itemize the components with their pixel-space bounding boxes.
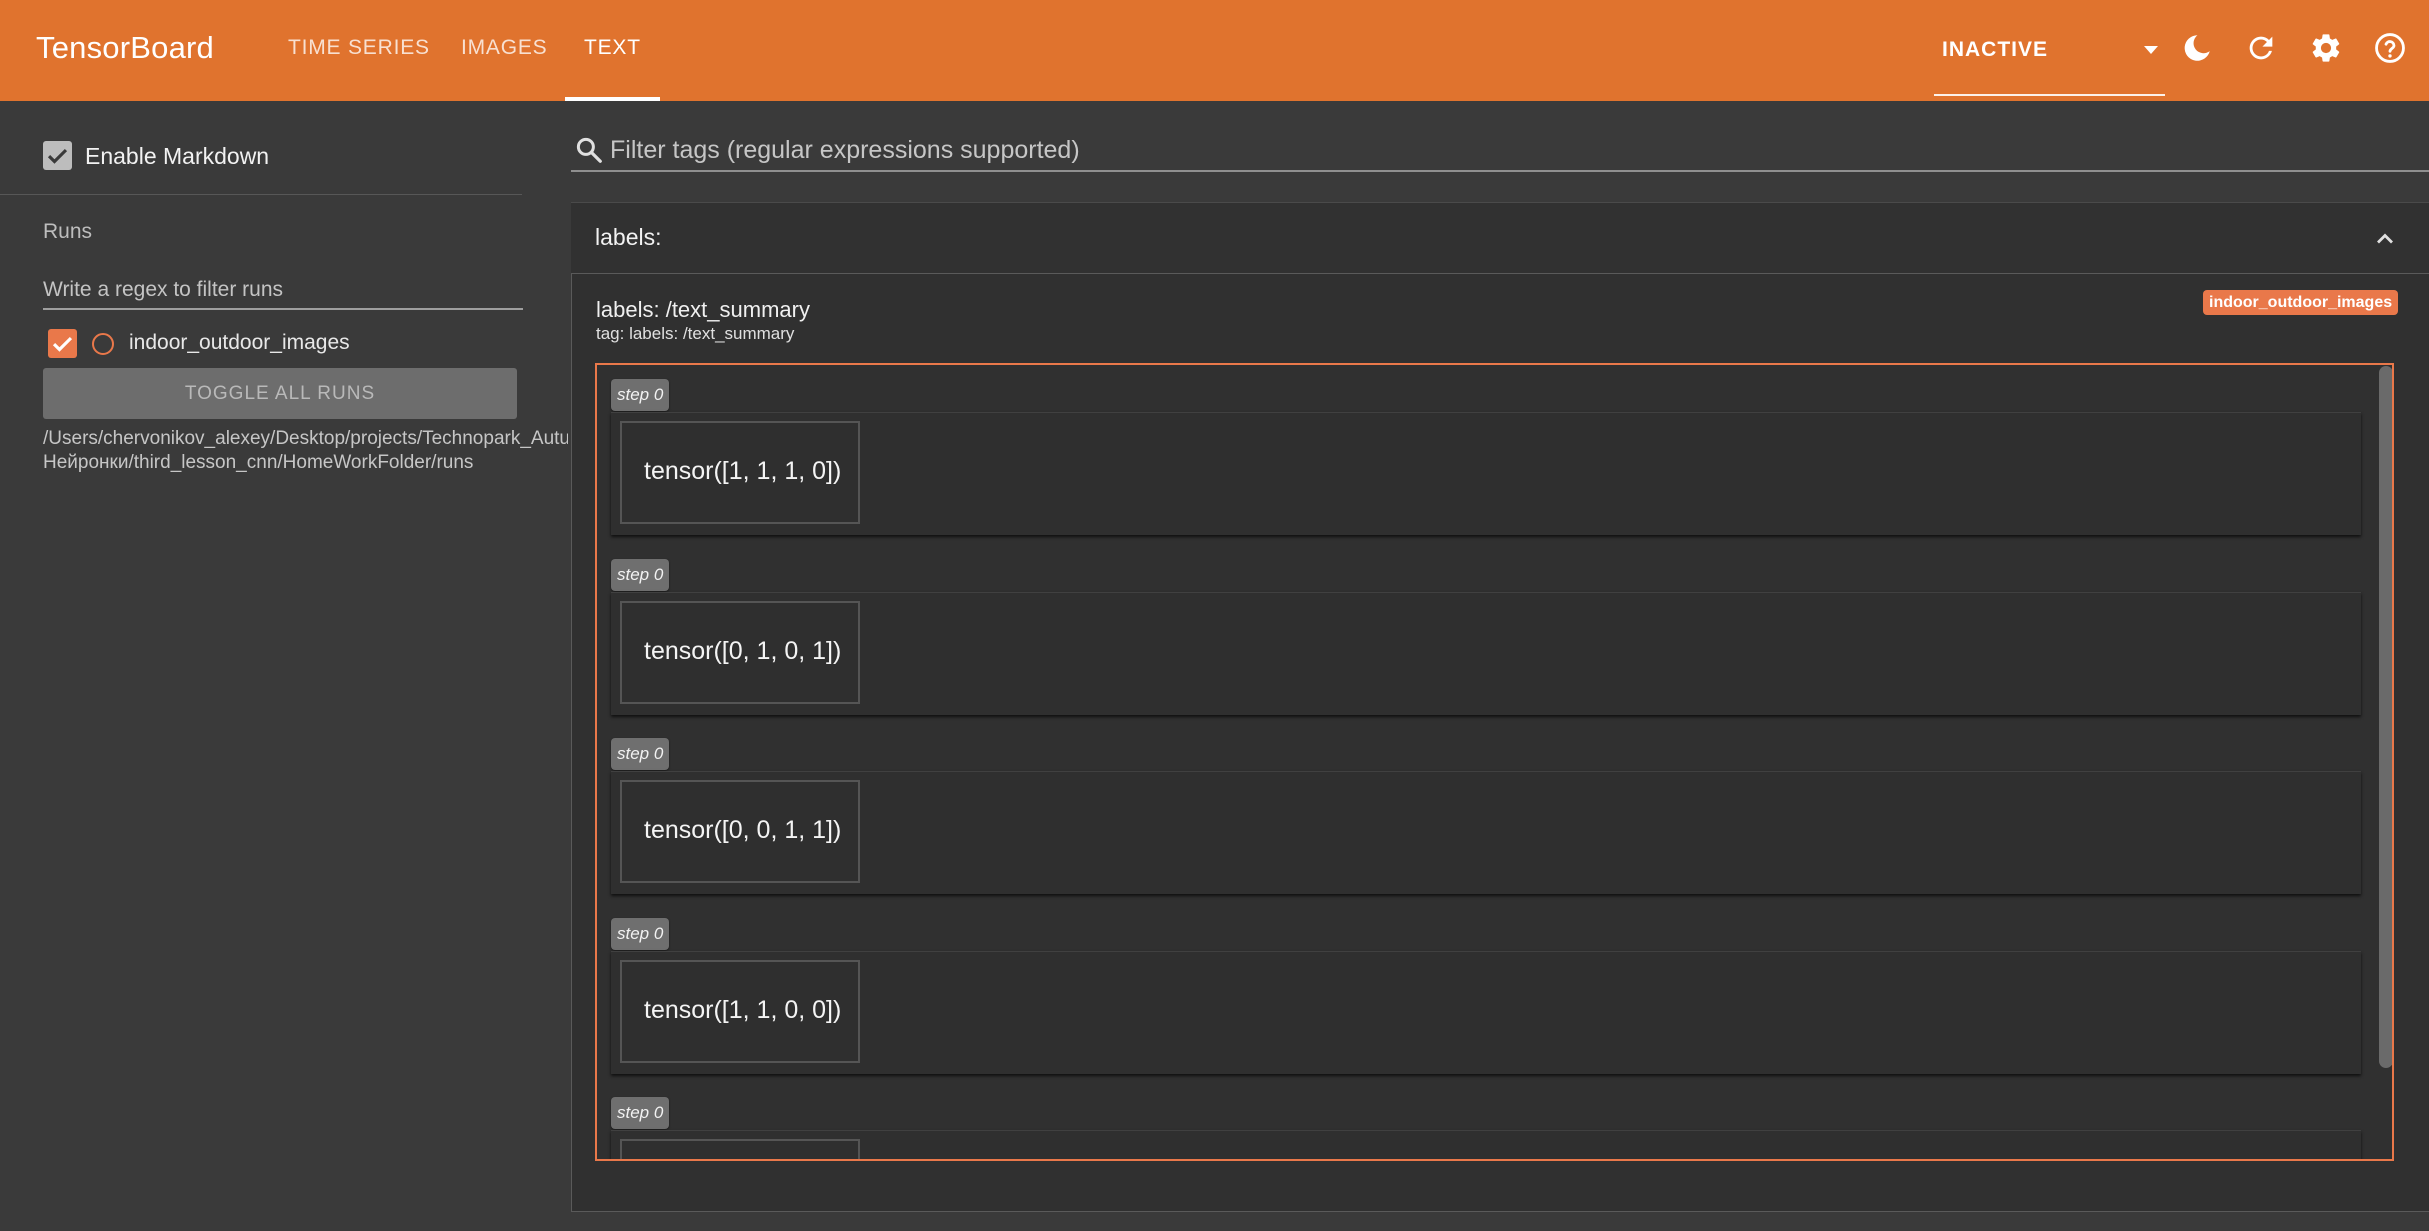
tensor-text: tensor([1, 1, 1, 0]) — [644, 457, 842, 485]
runs-filter-input[interactable] — [43, 271, 523, 310]
sidebar-divider — [0, 194, 522, 195]
refresh-icon[interactable] — [2244, 31, 2278, 65]
text-summary-card: labels: /text_summary tag: labels: /text… — [571, 273, 2429, 1212]
tab-images[interactable]: IMAGES — [461, 36, 547, 60]
sidebar: Enable Markdown Runs indoor_outdoor_imag… — [0, 101, 655, 1231]
brand-title[interactable]: TensorBoard — [36, 30, 214, 66]
runs-title: Runs — [43, 220, 93, 243]
step-text-card: tensor([1, 1, 1, 0]) — [611, 412, 2361, 535]
reload-status-select[interactable]: INACTIVE — [1934, 24, 2165, 96]
reload-status-value: INACTIVE — [1942, 38, 2049, 61]
tag-group-title: labels: — [595, 224, 662, 250]
tag-group-header[interactable]: labels: — [571, 202, 2429, 273]
step-badge: step 0 — [611, 559, 670, 591]
tag-filter-input[interactable] — [610, 129, 2429, 171]
search-icon — [576, 137, 602, 163]
step-badge: step 0 — [611, 1097, 670, 1129]
step-text-card: tensor([1, 1, 0, 0]) — [611, 951, 2361, 1074]
run-name: indoor_outdoor_images — [129, 331, 350, 354]
main-content: labels: labels: /text_summary tag: label… — [568, 101, 2429, 1231]
run-color-swatch[interactable] — [92, 333, 114, 355]
tensor-text: tensor([0, 1, 0, 1]) — [644, 637, 842, 665]
help-icon[interactable] — [2373, 31, 2407, 65]
step-text-card — [611, 1130, 2361, 1159]
settings-icon[interactable] — [2309, 31, 2343, 65]
tab-time-series[interactable]: TIME SERIES — [288, 36, 430, 60]
top-app-bar: TensorBoard TIME SERIES IMAGES TEXT INAC… — [0, 0, 2429, 101]
dark-mode-icon[interactable] — [2180, 31, 2214, 65]
check-icon — [47, 148, 68, 164]
run-chip: indoor_outdoor_images — [2203, 290, 2399, 315]
step-text-card: tensor([0, 0, 1, 1]) — [611, 771, 2361, 894]
step-text-card: tensor([0, 1, 0, 1]) — [611, 592, 2361, 715]
step-badge: step 0 — [611, 738, 670, 770]
card-tag: tag: labels: /text_summary — [596, 324, 795, 343]
tensor-value-box — [620, 1139, 860, 1159]
check-icon — [52, 336, 73, 352]
tag-filter-underline — [571, 170, 2429, 172]
step-badge: step 0 — [611, 918, 670, 950]
enable-markdown-checkbox[interactable] — [43, 141, 72, 170]
tensor-value-box: tensor([0, 1, 0, 1]) — [620, 601, 860, 704]
tensor-value-box: tensor([1, 1, 0, 0]) — [620, 960, 860, 1063]
tensor-text: tensor([1, 1, 0, 0]) — [644, 996, 842, 1024]
enable-markdown-label: Enable Markdown — [85, 143, 270, 169]
chevron-down-icon — [2144, 46, 2158, 54]
logdir-path: /Users/chervonikov_alexey/Desktop/projec… — [43, 428, 655, 473]
run-checkbox[interactable] — [48, 329, 77, 358]
tab-text[interactable]: TEXT — [584, 36, 641, 60]
card-title: labels: /text_summary — [596, 297, 810, 322]
step-badge: step 0 — [611, 379, 670, 411]
chevron-up-icon[interactable] — [2371, 225, 2399, 253]
tensor-text: tensor([0, 0, 1, 1]) — [644, 816, 842, 844]
tensor-value-box: tensor([0, 0, 1, 1]) — [620, 780, 860, 883]
tensor-value-box: tensor([1, 1, 1, 0]) — [620, 421, 860, 524]
text-entries-pane[interactable]: step 0 tensor([1, 1, 1, 0]) step 0 tenso… — [595, 363, 2394, 1161]
toggle-all-runs-button[interactable]: TOGGLE ALL RUNS — [43, 368, 517, 419]
scrollbar-thumb[interactable] — [2379, 366, 2392, 1068]
